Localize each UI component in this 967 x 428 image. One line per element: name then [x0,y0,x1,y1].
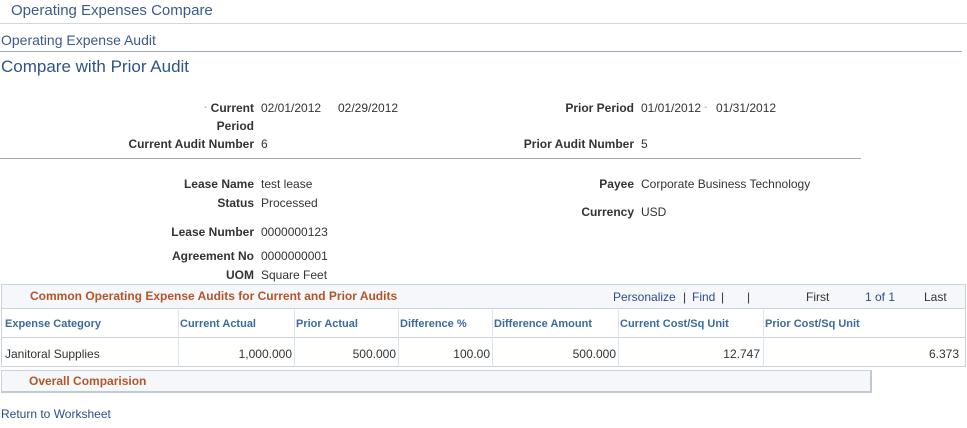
uom-value: Square Feet [261,268,328,282]
uom-label: UOM [226,268,254,282]
current-period-end: 02/29/2012 [338,101,399,115]
nav-separator: | [721,290,725,304]
current-period-label: Current [210,101,254,115]
payee-value: Corporate Business Technology [641,177,811,191]
app-title: Operating Expenses Compare [11,2,213,19]
column-header-row: Expense Category Current Actual Prior Ac… [2,310,965,338]
return-to-worksheet-link[interactable]: Return to Worksheet [1,407,111,421]
prior-period-label: Prior Period [565,101,634,115]
prior-period-end: 01/31/2012 [716,101,777,115]
lease-name-value: test lease [261,177,313,191]
breadcrumb[interactable]: Operating Expense Audit [1,32,156,48]
prior-audit-label: Prior Audit Number [523,137,634,151]
cell-current-actual: 1,000.000 [238,347,292,361]
currency-label: Currency [581,205,634,219]
col-difference-amount[interactable]: Difference Amount [494,318,592,330]
nav-separator: | [683,290,687,304]
currency-value: USD [641,205,667,219]
payee-label: Payee [599,177,634,191]
status-value: Processed [261,196,318,210]
current-audit-label: Current Audit Number [128,137,254,151]
breadcrumb-divider [0,51,962,52]
col-difference-pct[interactable]: Difference % [400,318,467,330]
cell-difference-pct: 100.00 [453,347,490,361]
prior-period-dash: - [704,102,708,113]
cell-prior-cost: 6.373 [928,347,959,361]
last-link[interactable]: Last [924,290,947,304]
page-range: 1 of 1 [865,290,896,304]
title-divider [0,23,967,24]
grid-title: Common Operating Expense Audits for Curr… [30,289,398,303]
cell-difference-amount: 500.000 [572,347,616,361]
lease-number-value: 0000000123 [261,225,328,239]
current-period-label-2: Period [216,119,254,133]
page-title: Compare with Prior Audit [1,57,190,76]
lease-number-label: Lease Number [171,225,254,239]
expense-audit-grid: Common Operating Expense Audits for Curr… [1,284,966,367]
column-divider [178,310,179,367]
cell-prior-actual: 500.000 [352,347,396,361]
col-prior-cost[interactable]: Prior Cost/Sq Unit [765,318,860,330]
cell-current-cost: 12.747 [723,347,760,361]
column-divider [492,310,493,367]
col-current-cost[interactable]: Current Cost/Sq Unit [620,318,729,330]
column-divider [618,310,619,367]
agreement-label: Agreement No [171,249,254,263]
column-divider [294,310,295,367]
col-prior-actual[interactable]: Prior Actual [296,318,358,330]
col-current-actual[interactable]: Current Actual [180,318,256,330]
column-divider [398,310,399,367]
lease-name-label: Lease Name [183,177,254,191]
section-divider [0,158,861,159]
prior-audit-value: 5 [641,137,648,151]
status-label: Status [217,196,254,210]
column-divider [763,310,764,367]
overall-comparison-title: Overall Comparision [29,374,147,388]
find-link[interactable]: Find [692,290,715,304]
first-link[interactable]: First [806,290,829,304]
prior-period-start: 01/01/2012 [641,101,702,115]
personalize-link[interactable]: Personalize [613,290,676,304]
current-audit-value: 6 [261,137,268,151]
agreement-value: 0000000001 [261,249,328,263]
grid-header-bar: Common Operating Expense Audits for Curr… [2,285,965,309]
nav-separator: | [747,290,751,304]
current-period-start: 02/01/2012 [261,101,322,115]
overall-comparison-section[interactable]: Overall Comparision [1,370,872,393]
cell-expense-category: Janitoral Supplies [5,347,100,361]
col-expense-category[interactable]: Expense Category [5,318,101,330]
